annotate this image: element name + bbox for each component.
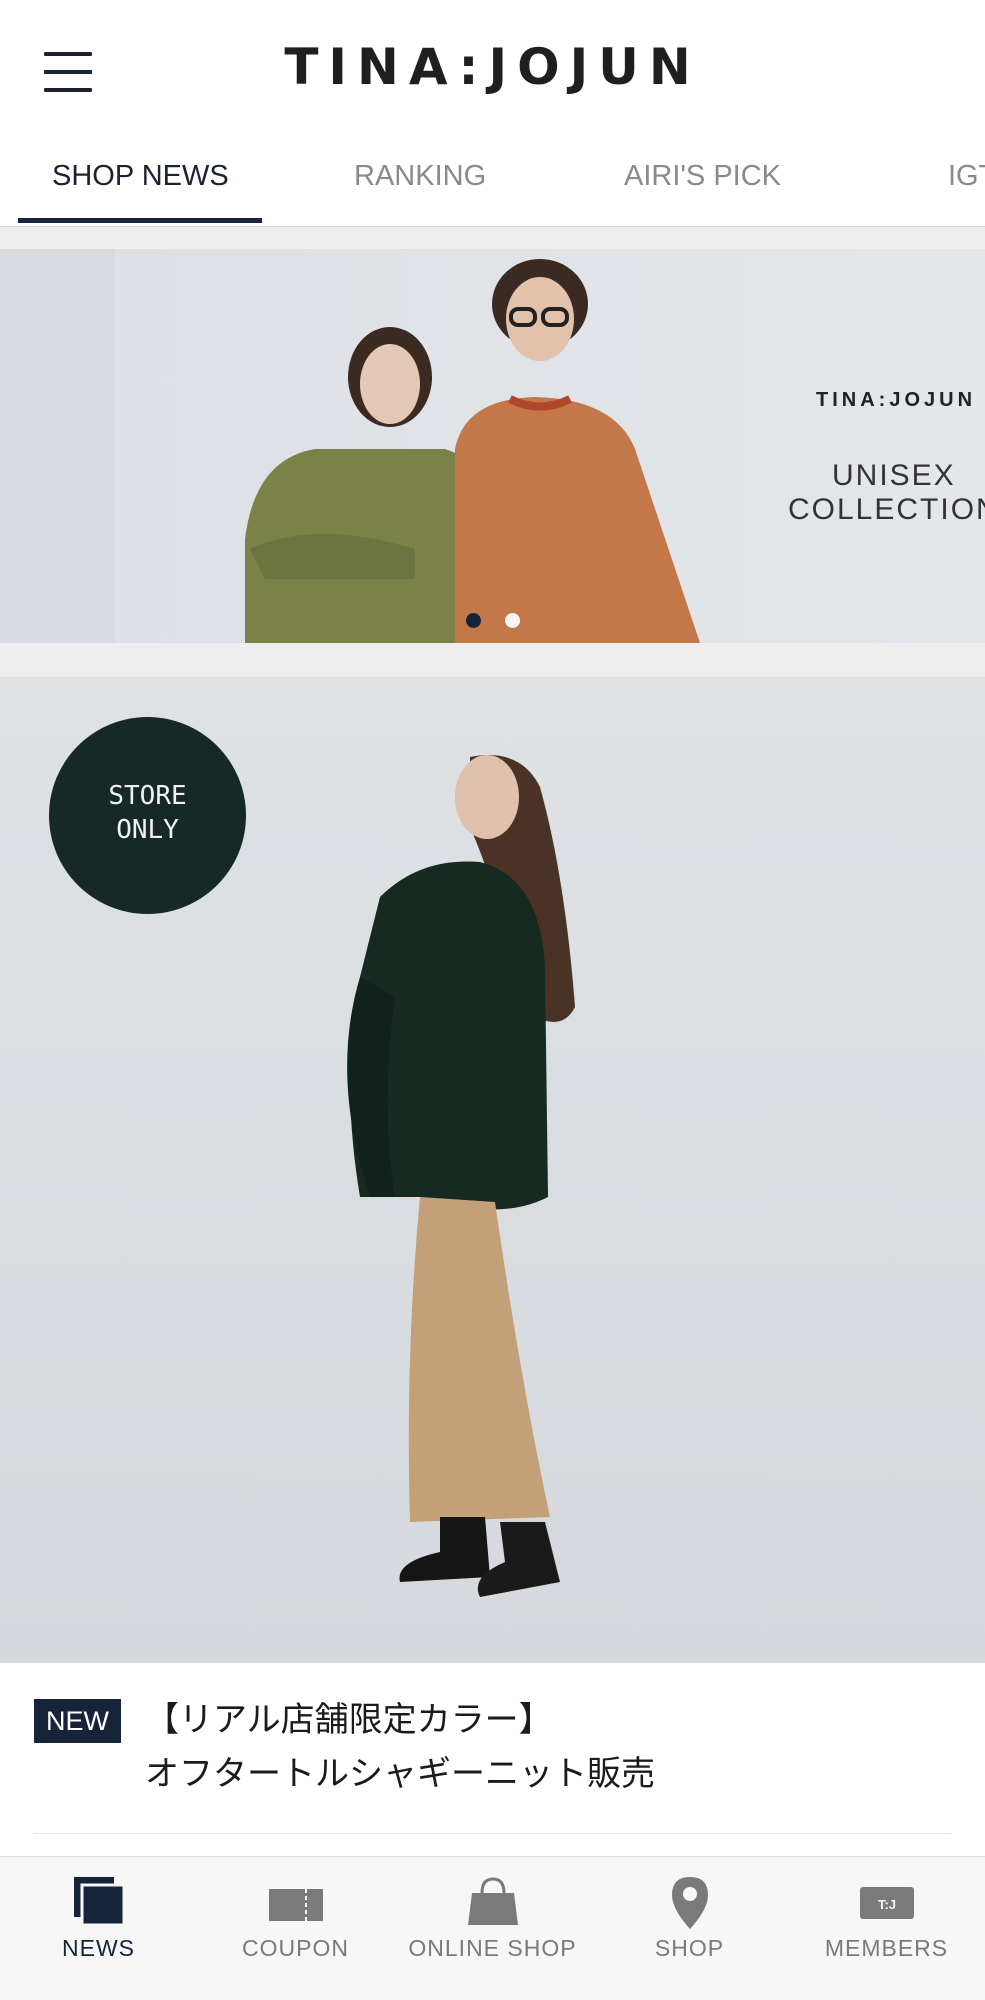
carousel-dot-1[interactable] <box>465 613 481 628</box>
nav-online-shop-label: ONLINE SHOP <box>408 1935 577 1961</box>
location-pin-icon <box>671 1877 708 1929</box>
badge-line-store: STORE <box>108 781 187 811</box>
nav-coupon[interactable]: COUPON <box>197 1857 394 2000</box>
nav-online-shop[interactable]: ONLINE SHOP <box>394 1857 591 2000</box>
tab-shop-news[interactable]: SHOP NEWS <box>52 148 229 226</box>
nav-shop[interactable]: SHOP <box>591 1857 788 2000</box>
category-tabs: SHOP NEWS RANKING AIRI'S PICK IGT <box>0 148 985 227</box>
banner-headline-line2: COLLECTION <box>788 493 985 526</box>
news-list-item[interactable]: NEW 【リアル店舗限定カラー】 オフタートルシャギーニット販売 <box>0 1663 985 1833</box>
bottom-navigation: NEWS COUPON ONLINE SHOP SHOP T:J MEMBERS <box>0 1856 985 2000</box>
carousel-dot-2[interactable] <box>504 613 520 628</box>
carousel-pagination <box>0 613 985 628</box>
banner-headline-line1: UNISEX <box>832 459 956 492</box>
banner-photo <box>115 249 985 643</box>
news-title-line1: 【リアル店舗限定カラー】 <box>145 1701 553 1739</box>
nav-members[interactable]: T:J MEMBERS <box>788 1857 985 2000</box>
tab-igt[interactable]: IGT <box>948 148 985 226</box>
nav-members-label: MEMBERS <box>824 1935 949 1961</box>
active-tab-indicator <box>18 218 262 223</box>
banner-headline: UNISEX COLLECTION <box>788 459 985 527</box>
section-divider <box>0 643 985 677</box>
nav-news-label: NEWS <box>62 1935 135 1961</box>
nav-news[interactable]: NEWS <box>0 1857 197 2000</box>
featured-news-image[interactable]: STORE ONLY <box>0 677 985 1663</box>
banner-models-image <box>245 259 700 643</box>
member-card-icon: T:J <box>859 1887 914 1919</box>
store-only-badge: STORE ONLY <box>49 717 246 914</box>
nav-coupon-label: COUPON <box>242 1935 349 1961</box>
nav-shop-label: SHOP <box>654 1935 725 1961</box>
tab-ranking[interactable]: RANKING <box>354 148 486 226</box>
new-badge: NEW <box>34 1699 121 1743</box>
shopping-bag-icon <box>467 1877 518 1925</box>
banner-brand-text: TINA:JOJUN <box>816 389 977 411</box>
previous-slide-peek <box>0 249 115 643</box>
badge-line-only: ONLY <box>116 815 179 845</box>
app-header: TINA:JOJUN <box>0 0 985 148</box>
coupon-icon <box>268 1889 323 1921</box>
brand-logo: TINA:JOJUN <box>284 38 701 96</box>
svg-text:T:J: T:J <box>877 1897 895 1912</box>
tab-airis-pick[interactable]: AIRI'S PICK <box>624 148 781 226</box>
promo-banner-carousel[interactable]: TINA:JOJUN UNISEX COLLECTION <box>0 249 985 643</box>
list-divider <box>34 1833 951 1834</box>
news-title: 【リアル店舗限定カラー】 オフタートルシャギーニット販売 <box>145 1693 655 1801</box>
news-icon <box>73 1877 125 1927</box>
news-title-line2: オフタートルシャギーニット販売 <box>145 1755 655 1793</box>
section-divider <box>0 227 985 249</box>
